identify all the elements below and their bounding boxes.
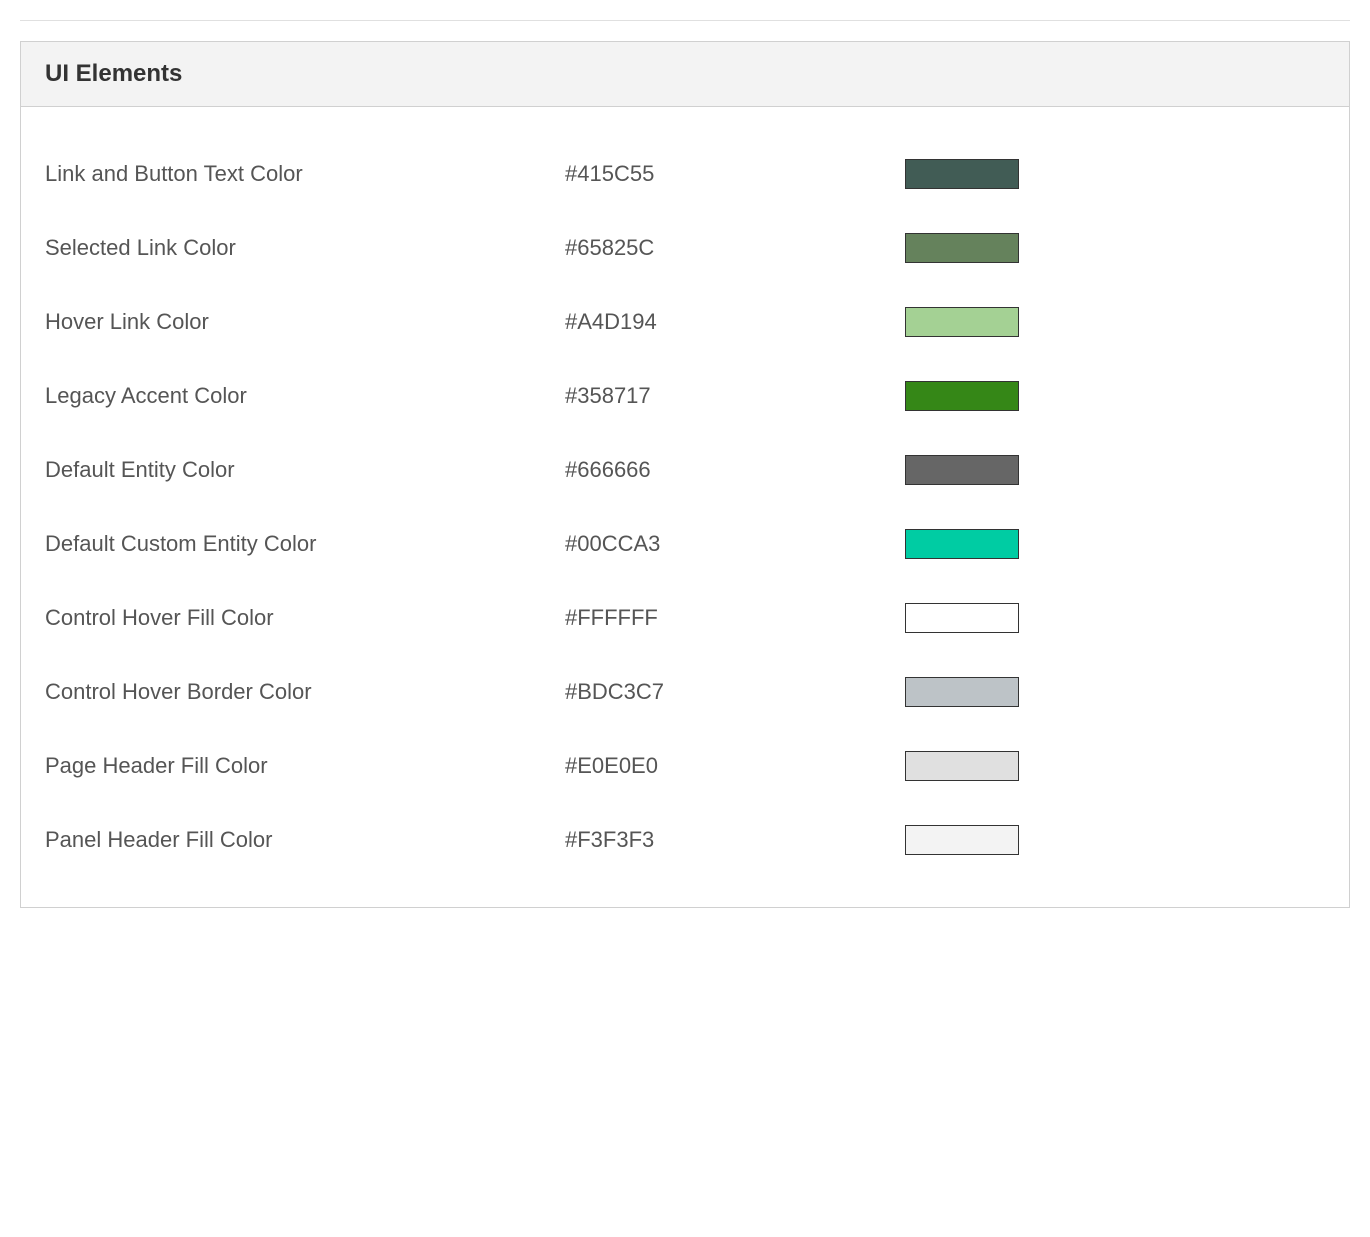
color-value: #BDC3C7 [565,679,905,705]
color-label: Selected Link Color [45,235,565,261]
color-label: Link and Button Text Color [45,161,565,187]
color-value: #FFFFFF [565,605,905,631]
color-row-link-button-text: Link and Button Text Color #415C55 [45,137,1325,211]
color-label: Hover Link Color [45,309,565,335]
ui-elements-panel: UI Elements Link and Button Text Color #… [20,41,1350,908]
color-row-selected-link: Selected Link Color #65825C [45,211,1325,285]
panel-header: UI Elements [21,42,1349,107]
color-label: Page Header Fill Color [45,753,565,779]
color-swatch[interactable] [905,307,1019,337]
color-row-default-custom-entity: Default Custom Entity Color #00CCA3 [45,507,1325,581]
color-value: #00CCA3 [565,531,905,557]
color-row-control-hover-border: Control Hover Border Color #BDC3C7 [45,655,1325,729]
color-swatch[interactable] [905,529,1019,559]
color-value: #358717 [565,383,905,409]
panel-title: UI Elements [45,60,1325,88]
color-row-panel-header-fill: Panel Header Fill Color #F3F3F3 [45,803,1325,877]
color-swatch[interactable] [905,455,1019,485]
color-label: Control Hover Fill Color [45,605,565,631]
color-label: Default Entity Color [45,457,565,483]
color-value: #666666 [565,457,905,483]
color-label: Default Custom Entity Color [45,531,565,557]
panel-body: Link and Button Text Color #415C55 Selec… [21,107,1349,907]
color-row-legacy-accent: Legacy Accent Color #358717 [45,359,1325,433]
color-row-default-entity: Default Entity Color #666666 [45,433,1325,507]
color-value: #65825C [565,235,905,261]
color-value: #F3F3F3 [565,827,905,853]
color-swatch[interactable] [905,159,1019,189]
color-swatch[interactable] [905,381,1019,411]
color-label: Legacy Accent Color [45,383,565,409]
color-swatch[interactable] [905,233,1019,263]
color-value: #E0E0E0 [565,753,905,779]
color-row-control-hover-fill: Control Hover Fill Color #FFFFFF [45,581,1325,655]
color-row-page-header-fill: Page Header Fill Color #E0E0E0 [45,729,1325,803]
color-row-hover-link: Hover Link Color #A4D194 [45,285,1325,359]
color-swatch[interactable] [905,751,1019,781]
color-value: #A4D194 [565,309,905,335]
color-swatch[interactable] [905,603,1019,633]
color-swatch[interactable] [905,825,1019,855]
color-swatch[interactable] [905,677,1019,707]
color-label: Control Hover Border Color [45,679,565,705]
color-label: Panel Header Fill Color [45,827,565,853]
color-value: #415C55 [565,161,905,187]
top-divider [20,20,1350,21]
